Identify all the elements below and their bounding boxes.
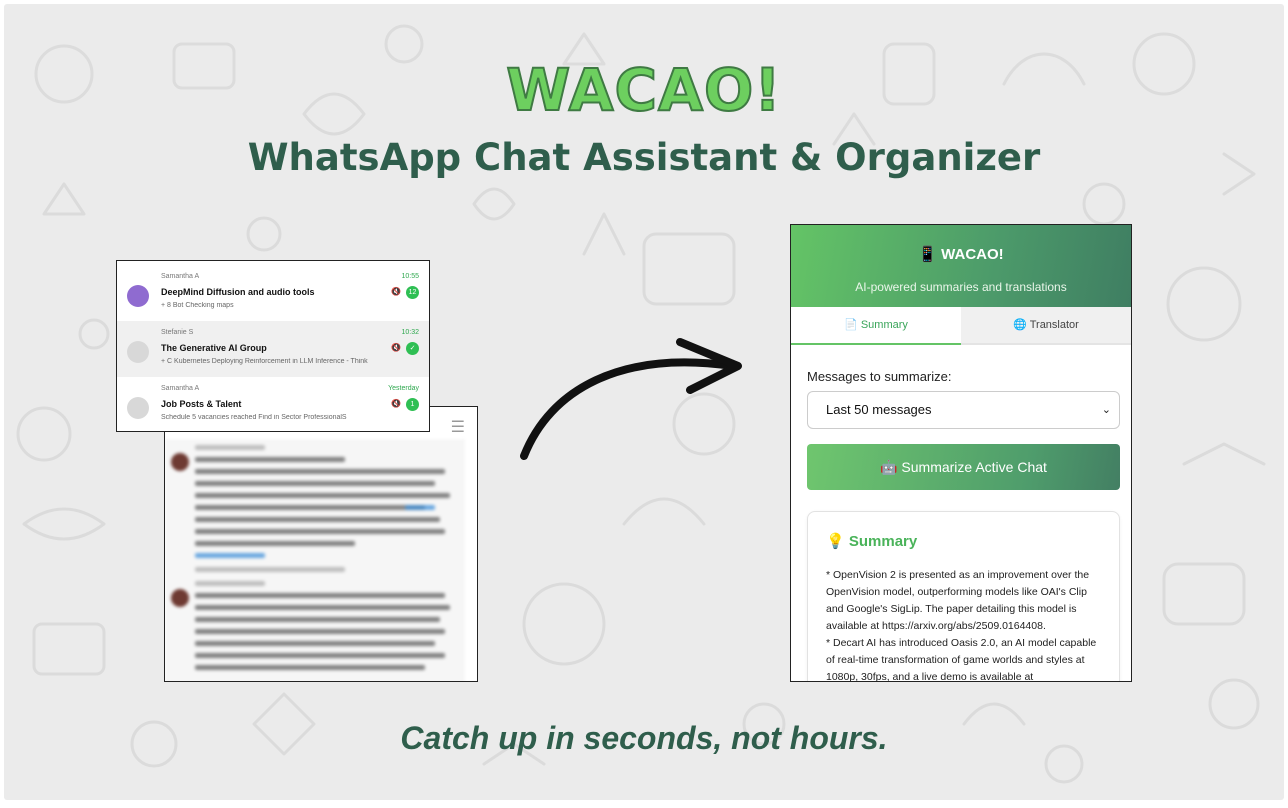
summarize-button-label: Summarize Active Chat [901,459,1047,475]
chat-title: Job Posts & Talent [161,399,242,409]
tab-label: Summary [860,319,908,331]
group-avatar [127,341,149,363]
group-avatar [127,397,149,419]
summary-line: available at https://arxiv.org/abs/2509.… [826,620,1046,632]
chat-title: DeepMind Diffusion and audio tools [161,287,315,297]
chevron-down-icon: ⌄ [1101,404,1111,416]
popup-subtitle: AI-powered summaries and translations [855,280,1067,294]
tagline: Catch up in seconds, not hours. [400,720,888,756]
curved-arrow-icon [520,338,742,460]
extension-popup: 📱 WACAO! AI-powered summaries and transl… [790,224,1132,682]
popup-title-text: WACAO! [941,246,1004,263]
unread-badge: 1 [406,398,419,411]
chat-preview: + 8 Bot Checking maps [161,302,234,309]
summary-heading: 💡 Summary [826,532,917,550]
tab-label: Translator [1029,319,1079,331]
summary-line: * OpenVision 2 is presented as an improv… [826,569,1090,581]
chat-sender: Samantha A [161,385,200,392]
lightbulb-icon: 💡 [826,533,845,550]
unread-badge: 12 [406,286,419,299]
chat-list-item[interactable]: Samantha A 10:55 DeepMind Diffusion and … [117,265,429,321]
chat-list-panel: Samantha A 10:55 DeepMind Diffusion and … [116,260,430,432]
tab-bar: 📄 Summary 🌐 Translator [791,307,1131,345]
select-value: Last 50 messages [826,402,932,417]
chat-sender: Samantha A [161,273,200,280]
hero-subtitle: WhatsApp Chat Assistant & Organizer [247,136,1041,179]
chat-preview: Schedule 5 vacancies reached Find in Sec… [161,414,347,421]
summary-heading-text: Summary [848,533,918,550]
popup-header: 📱 WACAO! AI-powered summaries and transl… [791,225,1131,307]
summary-line: 1080p, 30fps, and a live demo is availab… [826,671,1034,682]
messages-count-select[interactable]: Last 50 messages ⌄ [807,391,1120,429]
group-avatar [127,285,149,307]
chat-list-item[interactable]: Samantha A Yesterday Job Posts & Talent … [117,377,429,433]
hero-title: WACAO! [505,55,782,125]
blurred-messages [165,439,465,681]
summary-line: and Google's SigLip. The paper detailing… [826,603,1077,615]
phone-icon: 📱 [918,246,937,263]
summary-line: OpenVision model, outperforming models l… [826,586,1087,598]
chat-preview: + C Kubernetes Deploying Reinforcement i… [161,358,368,365]
summary-line: * Decart AI has introduced Oasis 2.0, an… [826,637,1097,649]
popup-title: 📱 WACAO! [791,245,1131,263]
mute-icon: 🔇 [391,399,401,408]
summarize-button[interactable]: 🤖 Summarize Active Chat [807,444,1120,490]
summary-card: 💡 Summary * OpenVision 2 is presented as… [807,511,1120,682]
mute-icon: 🔇 [391,287,401,296]
blurred-conversation-panel: ☰ [164,406,478,682]
chat-time: 10:32 [401,329,419,336]
read-badge: ✓ [406,342,419,355]
tab-summary[interactable]: 📄 Summary [791,307,961,345]
chat-list-item[interactable]: Stefanie S 10:32 The Generative AI Group… [117,321,429,377]
tab-translator[interactable]: 🌐 Translator [961,307,1131,345]
robot-icon: 🤖 [880,459,898,475]
globe-icon: 🌐 [1013,319,1027,331]
chat-sender: Stefanie S [161,329,194,336]
chat-time: Yesterday [388,385,419,392]
summary-text: * OpenVision 2 is presented as an improv… [826,567,1111,682]
menu-icon[interactable]: ☰ [451,417,465,437]
mute-icon: 🔇 [391,343,401,352]
messages-label: Messages to summarize: [807,369,952,384]
summary-line: of real-time transformation of game worl… [826,654,1085,666]
chat-time: 10:55 [401,273,419,280]
document-icon: 📄 [844,319,858,331]
chat-title: The Generative AI Group [161,343,267,353]
